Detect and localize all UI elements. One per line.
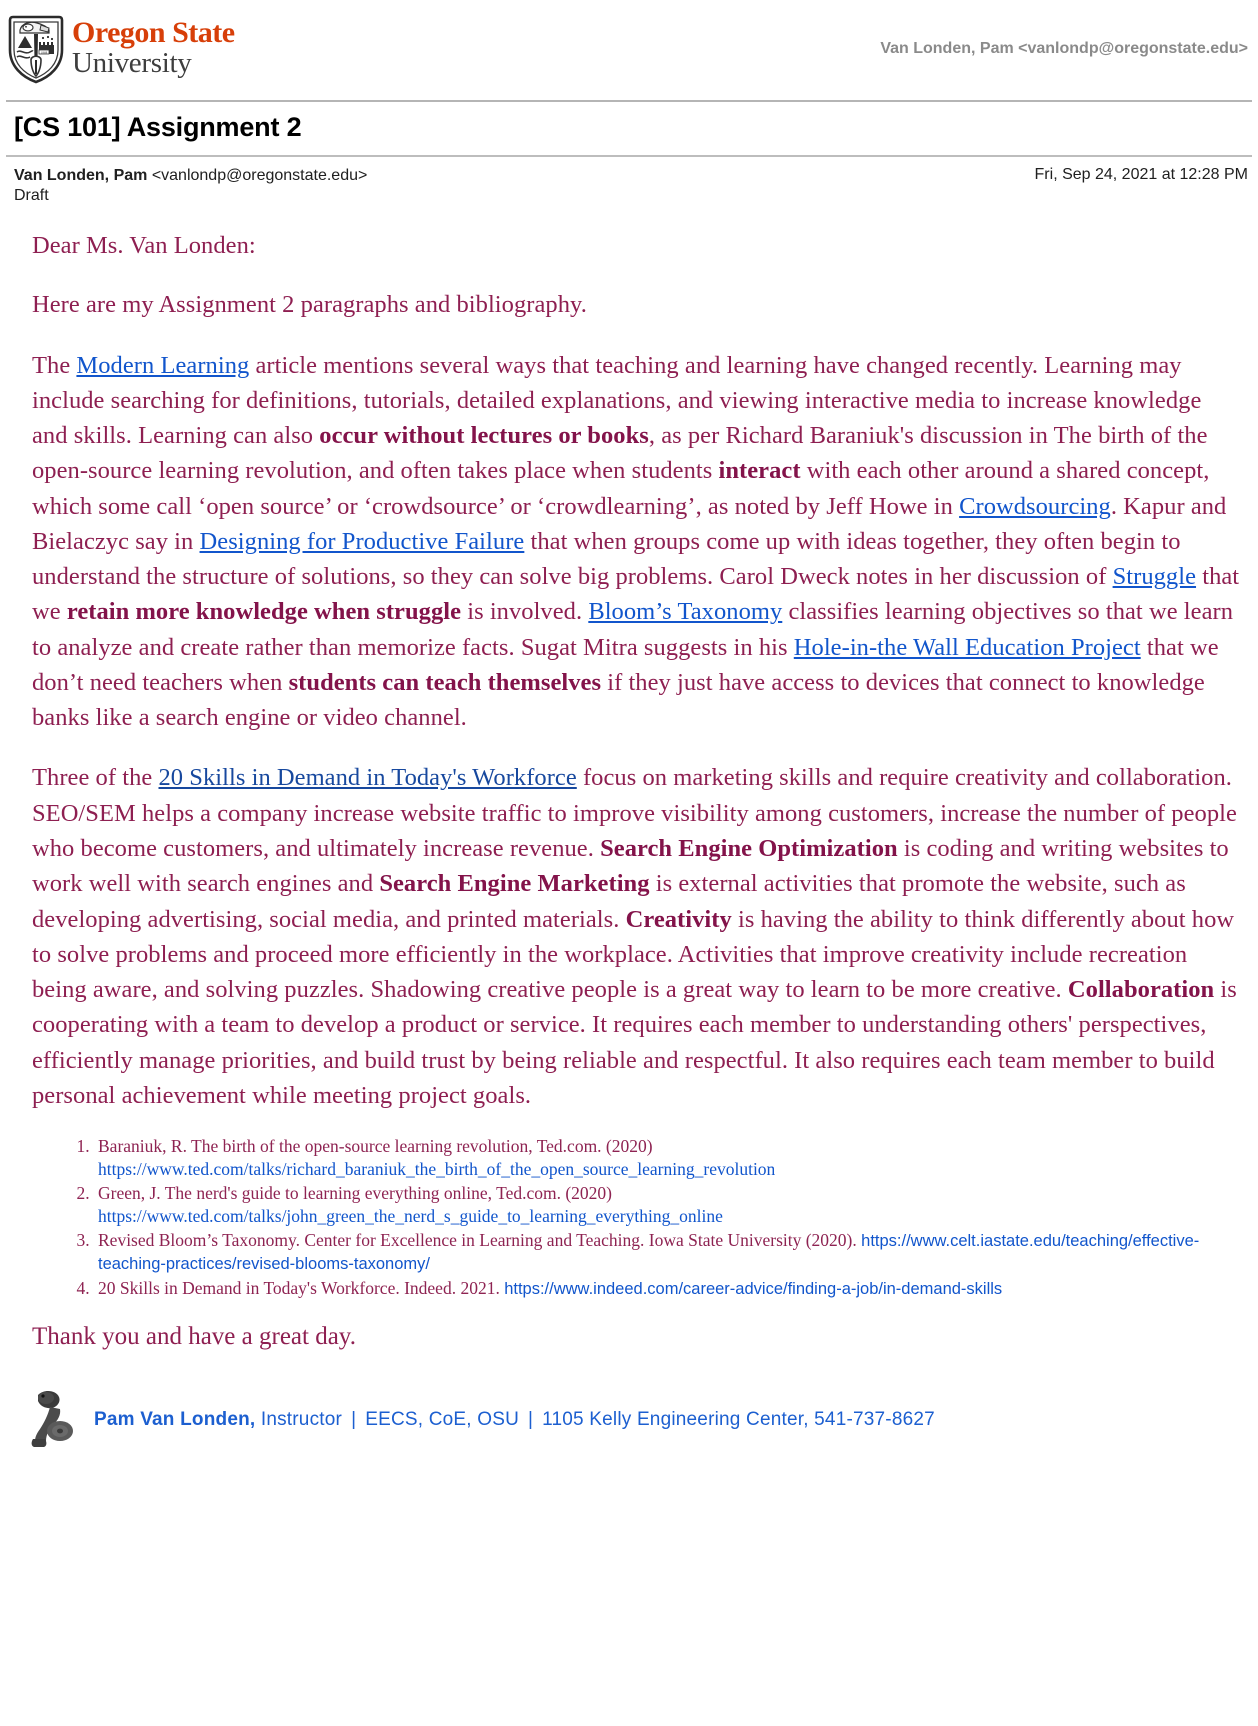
closing-line: Thank you and have a great day. (32, 1322, 356, 1350)
link-designing-productive-failure[interactable]: Designing for Productive Failure (200, 528, 525, 555)
email-page: 1868 Oregon State University Van Londen,… (0, 0, 1258, 1726)
citation-text: Revised Bloom’s Taxonomy. Center for Exc… (98, 1229, 862, 1250)
p1-bold-1: occur without lectures or books (319, 422, 649, 450)
greeting-line: Dear Ms. Van Londen: (32, 232, 256, 259)
citation-text: 20 Skills in Demand in Today's Workforce… (98, 1278, 505, 1299)
sender-name: Van Londen, Pam (14, 167, 148, 184)
list-item: Baraniuk, R. The birth of the open-sourc… (94, 1135, 1240, 1181)
header-account-label: Van Londen, Pam <vanlondp@oregonstate.ed… (880, 40, 1248, 57)
citation-text: Green, J. The nerd's guide to learning e… (98, 1182, 612, 1203)
citation-url[interactable]: https://www.ted.com/talks/richard_barani… (98, 1159, 775, 1179)
link-20-skills[interactable]: 20 Skills in Demand in Today's Workforce (159, 764, 577, 791)
link-modern-learning[interactable]: Modern Learning (76, 352, 249, 379)
citation-text: Baraniuk, R. The birth of the open-sourc… (98, 1136, 653, 1157)
citation-url[interactable]: https://www.indeed.com/career-advice/fin… (504, 1280, 1002, 1298)
paragraph-2: Three of the 20 Skills in Demand in Toda… (32, 760, 1240, 1113)
p1-text-8: is involved. (461, 598, 589, 626)
logo-primary-text: Oregon State (72, 16, 235, 49)
draft-status: Draft (14, 186, 49, 204)
p1-text-1: The (32, 351, 77, 379)
page-title: [CS 101] Assignment 2 (14, 112, 302, 142)
bibliography-list: Baraniuk, R. The birth of the open-sourc… (32, 1135, 1240, 1301)
message-meta: Van Londen, Pam <vanlondp@oregonstate.ed… (0, 157, 1258, 210)
sender-email: <vanlondp@oregonstate.edu> (151, 167, 368, 184)
signature-department: EECS, CoE, OSU (365, 1408, 519, 1430)
signature-separator-2: | (528, 1408, 534, 1430)
list-item: Green, J. The nerd's guide to learning e… (94, 1182, 1240, 1228)
link-struggle[interactable]: Struggle (1113, 563, 1196, 590)
osu-logo: 1868 Oregon State University (8, 14, 235, 84)
mail-header: 1868 Oregon State University Van Londen,… (0, 0, 1258, 100)
osu-shield-icon: 1868 (8, 15, 64, 84)
signature-title: Instructor (260, 1408, 343, 1430)
p2-bold-4: Collaboration (1067, 976, 1215, 1004)
signature-separator-1: | (351, 1408, 357, 1430)
logo-secondary-text: University (72, 47, 192, 79)
p1-bold-4: students can teach themselves (288, 668, 602, 696)
p2-bold-1: Search Engine Optimization (600, 834, 898, 862)
message-body: Dear Ms. Van Londen: Here are my Assignm… (0, 210, 1258, 1301)
list-item: 20 Skills in Demand in Today's Workforce… (94, 1277, 1240, 1301)
citation-url[interactable]: https://www.ted.com/talks/john_green_the… (98, 1206, 723, 1226)
signature-address: 1105 Kelly Engineering Center, 541-737-8… (542, 1408, 935, 1430)
paragraph-1: The Modern Learning article mentions sev… (32, 348, 1240, 736)
link-hole-in-the-wall[interactable]: Hole-in-the Wall Education Project (794, 634, 1141, 661)
intro-line: Here are my Assignment 2 paragraphs and … (32, 291, 587, 319)
p2-text-1: Three of the (32, 764, 159, 792)
osu-beaver-logo-icon (31, 1390, 73, 1447)
link-crowdsourcing[interactable]: Crowdsourcing (959, 493, 1111, 520)
p2-bold-2: Search Engine Marketing (379, 870, 650, 898)
p1-bold-2: interact (718, 457, 801, 485)
p2-bold-3: Creativity (625, 905, 732, 933)
signature-comma: , (249, 1408, 256, 1430)
list-item: Revised Bloom’s Taxonomy. Center for Exc… (94, 1229, 1240, 1276)
osu-wordmark: Oregon State University (72, 14, 235, 78)
email-signature: Pam Van Londen, Instructor | EECS, CoE, OS… (0, 1385, 1258, 1455)
signature-text: Pam Van Londen, Instructor | EECS, CoE, OS… (94, 1409, 935, 1431)
svg-text:1868: 1868 (41, 50, 48, 54)
signature-name: Pam Van Londen (94, 1408, 250, 1430)
message-date: Fri, Sep 24, 2021 at 12:28 PM (1034, 166, 1248, 183)
link-blooms-taxonomy[interactable]: Bloom’s Taxonomy (588, 598, 782, 625)
p1-bold-3: retain more knowledge when struggle (66, 598, 462, 626)
